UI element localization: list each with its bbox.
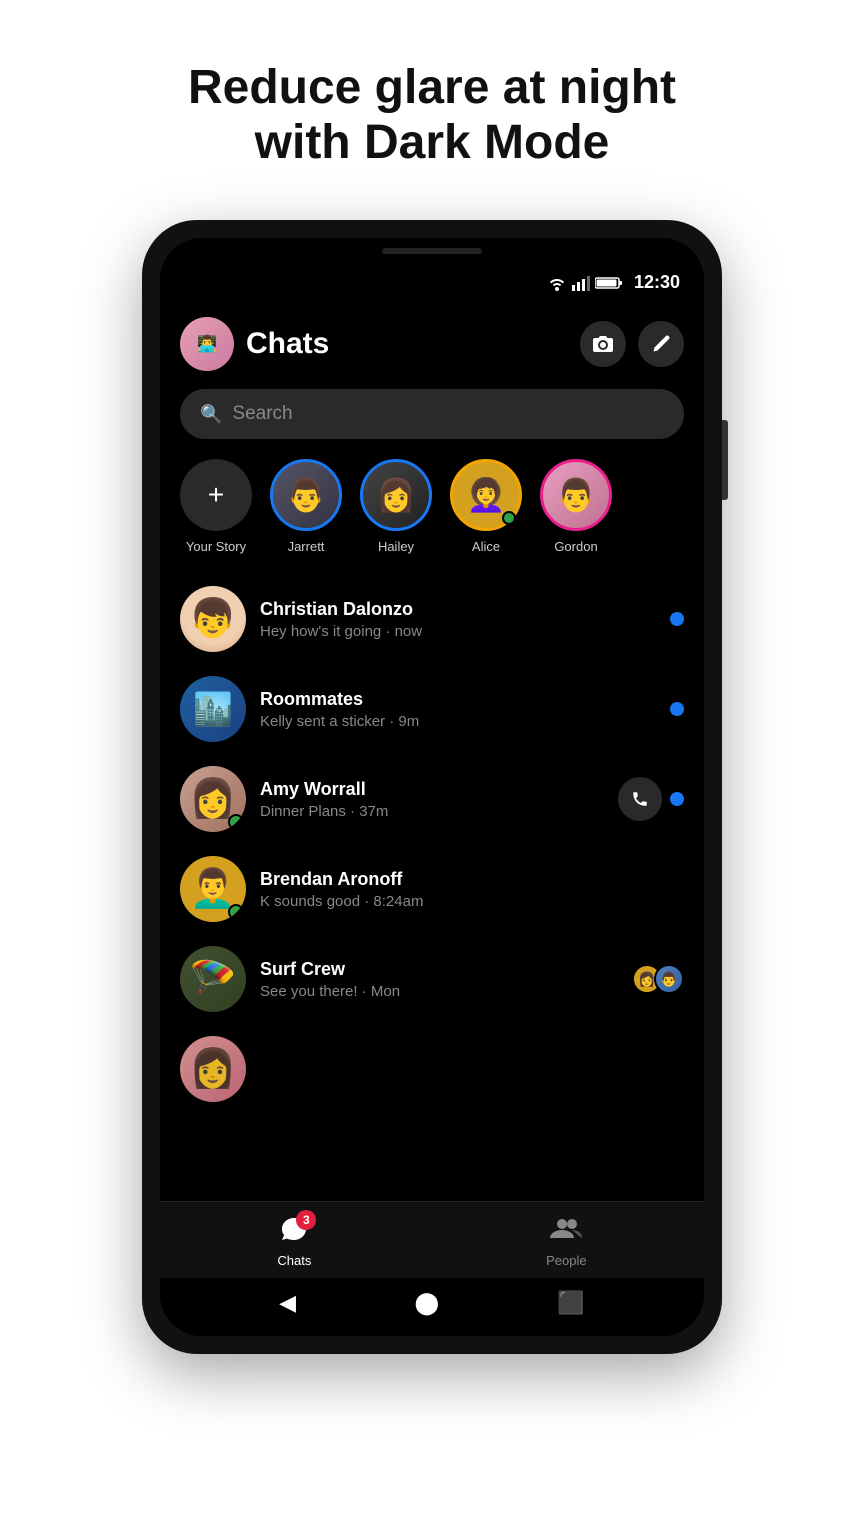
avatar-brendan: 👨‍🦱 <box>180 856 246 922</box>
user-avatar-image: 👨‍💻 <box>197 334 217 354</box>
avatar-christian: 👦 <box>180 586 246 652</box>
chat-meta-amy <box>618 777 684 821</box>
story-label-gordon: Gordon <box>554 539 597 554</box>
chat-item-partial[interactable]: 👩 <box>160 1024 704 1114</box>
story-avatar-gordon: 👨 <box>540 459 612 531</box>
camera-button[interactable] <box>580 321 626 367</box>
chats-nav-label: Chats <box>277 1253 311 1268</box>
story-label-hailey: Hailey <box>378 539 414 554</box>
chat-preview-roommates: Kelly sent a sticker · 9m <box>260 713 656 730</box>
group-avatars-surfcrew: 👩 👨 <box>632 964 684 994</box>
chat-item-christian[interactable]: 👦 Christian Dalonzo Hey how's it going ·… <box>160 574 704 664</box>
group-avatar-2: 👨 <box>654 964 684 994</box>
chat-item-amy[interactable]: 👩 Amy Worrall Dinner Plans · 37m <box>160 754 704 844</box>
page-headline: Reduce glare at night with Dark Mode <box>188 60 676 170</box>
people-icon <box>550 1216 582 1242</box>
unread-dot-christian <box>670 612 684 626</box>
chat-meta-christian <box>670 612 684 626</box>
chat-info-surfcrew: Surf Crew See you there! · Mon <box>260 959 618 1000</box>
chat-item-surfcrew[interactable]: 🪂 Surf Crew See you there! · Mon 👩 👨 <box>160 934 704 1024</box>
story-label-your-story: Your Story <box>186 539 246 554</box>
nav-chats[interactable]: 3 Chats <box>277 1216 311 1268</box>
status-icons: 12:30 <box>547 272 680 293</box>
battery-icon <box>595 276 623 290</box>
wifi-icon <box>547 275 567 291</box>
chat-name-brendan: Brendan Aronoff <box>260 869 670 890</box>
chat-item-brendan[interactable]: 👨‍🦱 Brendan Aronoff K sounds good · 8:24… <box>160 844 704 934</box>
recent-apps-button[interactable]: ⬛ <box>557 1290 584 1316</box>
avatar-surfcrew: 🪂 <box>180 946 246 1012</box>
avatar-amy: 👩 <box>180 766 246 832</box>
chat-preview-christian: Hey how's it going · now <box>260 623 656 640</box>
phone-frame: 12:30 👨‍💻 Chats <box>142 220 722 1354</box>
chat-preview-brendan: K sounds good · 8:24am <box>260 893 670 910</box>
call-button-amy[interactable] <box>618 777 662 821</box>
chat-preview-amy: Dinner Plans · 37m <box>260 803 604 820</box>
avatar-roommates: 🏙️ <box>180 676 246 742</box>
story-label-jarrett: Jarrett <box>288 539 325 554</box>
compose-button[interactable] <box>638 321 684 367</box>
chat-meta-roommates <box>670 702 684 716</box>
chat-name-surfcrew: Surf Crew <box>260 959 618 980</box>
brendan-online-dot <box>228 904 244 920</box>
people-nav-icon <box>550 1216 582 1249</box>
chat-info-brendan: Brendan Aronoff K sounds good · 8:24am <box>260 869 670 910</box>
story-avatar-alice: 👩‍🦱 <box>450 459 522 531</box>
status-time: 12:30 <box>634 272 680 293</box>
add-story-avatar: + <box>180 459 252 531</box>
amy-online-dot <box>228 814 244 830</box>
people-nav-label: People <box>546 1253 586 1268</box>
search-placeholder: Search <box>232 403 292 425</box>
unread-dot-amy <box>670 792 684 806</box>
avatar-partial: 👩 <box>180 1036 246 1102</box>
chats-badge: 3 <box>296 1210 316 1230</box>
chat-name-roommates: Roommates <box>260 689 656 710</box>
story-item-hailey[interactable]: 👩 Hailey <box>360 459 432 554</box>
chat-item-roommates[interactable]: 🏙️ Roommates Kelly sent a sticker · 9m <box>160 664 704 754</box>
story-avatar-jarrett: 👨 <box>270 459 342 531</box>
home-button[interactable]: ⬤ <box>414 1290 439 1316</box>
search-bar[interactable]: 🔍 Search <box>180 389 684 439</box>
edit-icon <box>651 334 671 354</box>
search-icon: 🔍 <box>200 404 222 425</box>
stories-row: + Your Story 👨 Jarrett 👩 Hailey <box>160 455 704 574</box>
system-nav: ◀ ⬤ ⬛ <box>160 1278 704 1336</box>
story-item-jarrett[interactable]: 👨 Jarrett <box>270 459 342 554</box>
chat-name-christian: Christian Dalonzo <box>260 599 656 620</box>
chat-info-roommates: Roommates Kelly sent a sticker · 9m <box>260 689 656 730</box>
chat-list: 👦 Christian Dalonzo Hey how's it going ·… <box>160 574 704 1114</box>
story-item-alice[interactable]: 👩‍🦱 Alice <box>450 459 522 554</box>
chat-info-christian: Christian Dalonzo Hey how's it going · n… <box>260 599 656 640</box>
speaker-grille <box>382 248 482 254</box>
chats-title: Chats <box>246 327 568 361</box>
phone-top <box>160 238 704 260</box>
side-button <box>722 420 728 500</box>
chat-name-amy: Amy Worrall <box>260 779 604 800</box>
headline-line1: Reduce glare at night <box>188 61 676 114</box>
camera-icon <box>592 334 614 354</box>
app-content: 👨‍💻 Chats 🔍 Search <box>160 301 704 1201</box>
story-item-your-story[interactable]: + Your Story <box>180 459 252 554</box>
story-label-alice: Alice <box>472 539 500 554</box>
user-avatar[interactable]: 👨‍💻 <box>180 317 234 371</box>
chat-info-amy: Amy Worrall Dinner Plans · 37m <box>260 779 604 820</box>
unread-dot-roommates <box>670 702 684 716</box>
alice-online-dot <box>502 511 516 525</box>
nav-people[interactable]: People <box>546 1216 586 1268</box>
app-header: 👨‍💻 Chats <box>160 301 704 383</box>
back-button[interactable]: ◀ <box>279 1290 296 1316</box>
chats-nav-icon: 3 <box>280 1216 308 1249</box>
status-bar: 12:30 <box>160 260 704 301</box>
story-item-gordon[interactable]: 👨 Gordon <box>540 459 612 554</box>
chat-meta-surfcrew: 👩 👨 <box>632 964 684 994</box>
headline-line2: with Dark Mode <box>255 116 610 169</box>
chat-preview-surfcrew: See you there! · Mon <box>260 983 618 1000</box>
signal-icon <box>572 275 590 291</box>
bottom-nav: 3 Chats People <box>160 1201 704 1278</box>
story-avatar-hailey: 👩 <box>360 459 432 531</box>
phone-icon <box>631 790 649 808</box>
